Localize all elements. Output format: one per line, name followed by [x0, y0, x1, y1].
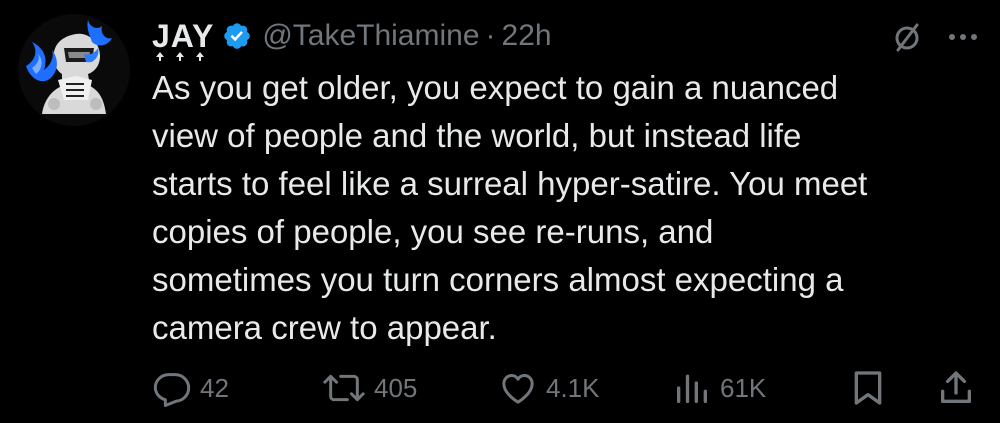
tweet-action-bar: 42 405 4.1K 61K	[152, 366, 982, 410]
tweet-text: As you get older, you expect to gain a n…	[152, 69, 868, 346]
header-separator: ·	[485, 19, 496, 52]
share-icon	[941, 371, 971, 403]
repost-button[interactable]: 405	[322, 366, 417, 410]
bookmark-icon	[854, 371, 882, 405]
author-handle[interactable]: @TakeThiamine	[262, 19, 479, 53]
avatar-image	[18, 14, 130, 126]
views-count: 61K	[720, 372, 767, 403]
more-button[interactable]	[946, 20, 980, 54]
author-display-name[interactable]: JAY	[152, 18, 214, 55]
more-dots-icon	[949, 34, 977, 40]
repost-count: 405	[374, 372, 418, 403]
verified-badge-icon[interactable]	[222, 21, 252, 51]
grok-button[interactable]	[890, 20, 924, 54]
share-button[interactable]	[936, 366, 976, 410]
reply-button[interactable]: 42	[152, 366, 229, 410]
tweet-timestamp[interactable]: 22h	[502, 19, 552, 53]
name-decoration-icon	[156, 52, 204, 61]
views-button[interactable]: 61K	[672, 366, 766, 410]
reply-icon	[153, 373, 191, 407]
heart-icon	[502, 374, 534, 404]
repost-icon	[323, 374, 365, 402]
tweet-top-actions	[890, 20, 980, 54]
views-bar-chart-icon	[677, 374, 707, 403]
author-avatar[interactable]	[18, 14, 130, 126]
like-count: 4.1K	[546, 372, 600, 403]
slashed-circle-icon	[895, 23, 919, 52]
like-button[interactable]: 4.1K	[498, 366, 600, 410]
bookmark-button[interactable]	[848, 366, 888, 410]
tweet: JAY @TakeThiamine · 22h As you get older…	[0, 0, 1000, 423]
reply-count: 42	[200, 372, 229, 403]
tweet-header: JAY @TakeThiamine · 22h	[152, 12, 552, 61]
